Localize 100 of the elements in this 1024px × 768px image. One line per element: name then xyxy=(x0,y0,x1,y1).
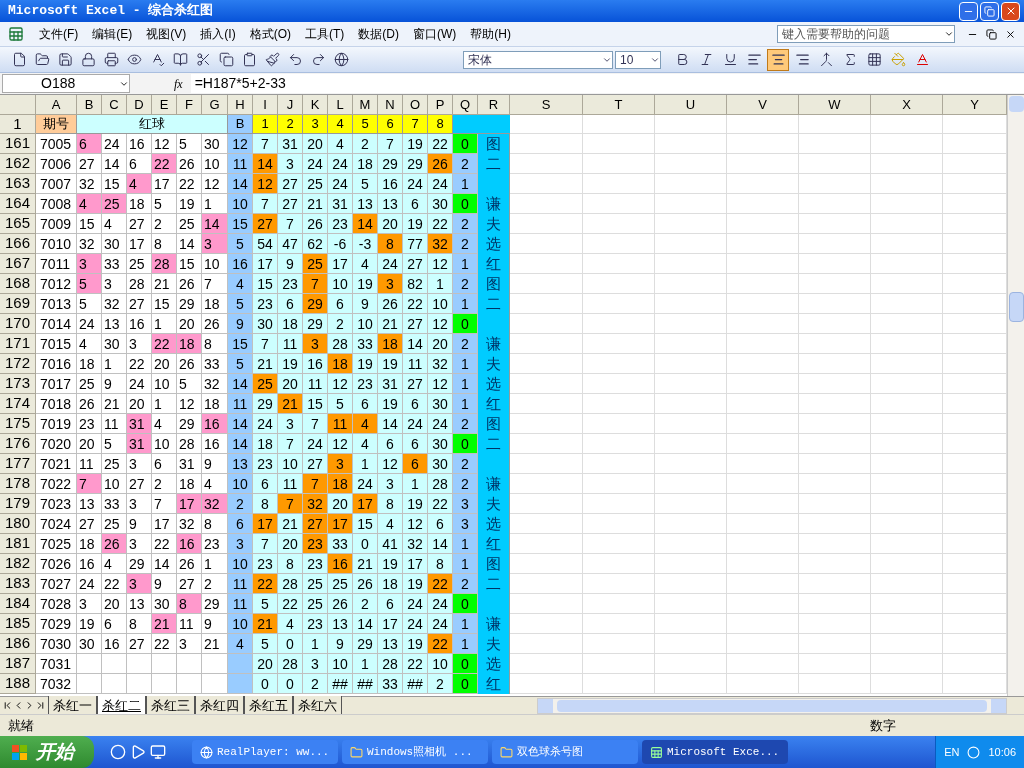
row-header[interactable]: 175 xyxy=(0,414,36,434)
row-header[interactable]: 183 xyxy=(0,574,36,594)
function-button[interactable]: fx xyxy=(174,74,183,93)
restore-icon[interactable] xyxy=(986,28,997,40)
help-search-field[interactable]: 键入需要帮助的问题 xyxy=(777,25,955,43)
taskbar-button[interactable]: Windows照相机 ... xyxy=(342,740,488,764)
column-header[interactable]: O xyxy=(403,95,428,115)
menu-item[interactable]: 插入(I) xyxy=(193,25,243,43)
column-header[interactable]: W xyxy=(799,95,871,115)
column-header[interactable]: P xyxy=(428,95,453,115)
table-cell: ## xyxy=(353,674,378,694)
column-header[interactable]: C xyxy=(102,95,127,115)
row-header[interactable]: 178 xyxy=(0,474,36,494)
sheet-tab[interactable]: 杀红五 xyxy=(244,695,293,716)
column-header[interactable]: L xyxy=(328,95,353,115)
column-header[interactable]: H xyxy=(228,95,253,115)
column-header[interactable]: Y xyxy=(943,95,1007,115)
column-header[interactable]: X xyxy=(871,95,943,115)
last-sheet-icon[interactable] xyxy=(35,700,46,711)
column-header[interactable]: S xyxy=(510,95,583,115)
menu-item[interactable]: 编辑(E) xyxy=(85,25,140,43)
sheet-tab[interactable]: 杀红一 xyxy=(48,695,97,716)
row-header[interactable]: 166 xyxy=(0,234,36,254)
first-sheet-icon[interactable] xyxy=(2,700,13,711)
menu-item[interactable]: 工具(T) xyxy=(298,25,352,43)
row-header[interactable]: 167 xyxy=(0,254,36,274)
column-header[interactable]: E xyxy=(152,95,177,115)
empty-cell xyxy=(655,294,727,314)
restore-button[interactable] xyxy=(980,1,999,21)
row-header[interactable]: 170 xyxy=(0,314,36,334)
sheet-tab[interactable]: 杀红六 xyxy=(293,695,342,716)
row-header[interactable]: 186 xyxy=(0,634,36,654)
column-header[interactable]: G xyxy=(202,95,228,115)
row-header[interactable]: 181 xyxy=(0,534,36,554)
row-header[interactable]: 176 xyxy=(0,434,36,454)
column-header[interactable]: D xyxy=(127,95,152,115)
menu-item[interactable]: 帮助(H) xyxy=(463,25,518,43)
column-header[interactable]: F xyxy=(177,95,202,115)
vertical-scrollbar[interactable] xyxy=(1007,95,1024,696)
row-header[interactable]: 164 xyxy=(0,194,36,214)
column-header[interactable]: R xyxy=(478,95,510,115)
menu-item[interactable]: 文件(F) xyxy=(32,25,86,43)
row-header[interactable]: 179 xyxy=(0,494,36,514)
desktop-icon[interactable] xyxy=(150,744,166,760)
row-header[interactable]: 177 xyxy=(0,454,36,474)
table-cell: 17 xyxy=(127,234,152,254)
row-header[interactable]: 172 xyxy=(0,354,36,374)
column-header[interactable]: Q xyxy=(453,95,478,115)
column-header[interactable]: N xyxy=(378,95,403,115)
close-icon[interactable] xyxy=(1005,28,1016,40)
column-header[interactable]: T xyxy=(583,95,655,115)
taskbar-button[interactable]: 双色球杀号图 xyxy=(492,740,638,764)
row-header[interactable]: 171 xyxy=(0,334,36,354)
close-button[interactable] xyxy=(1001,1,1020,21)
font-size-select[interactable]: 10 xyxy=(615,50,661,69)
row-header[interactable]: 182 xyxy=(0,554,36,574)
play-icon[interactable] xyxy=(130,744,146,760)
spreadsheet-icon[interactable] xyxy=(8,26,24,42)
menu-item[interactable]: 数据(D) xyxy=(351,25,406,43)
menu-item[interactable]: 窗口(W) xyxy=(406,25,464,43)
row-header[interactable]: 169 xyxy=(0,294,36,314)
menu-item[interactable]: 格式(O) xyxy=(242,25,298,43)
column-header[interactable]: M xyxy=(353,95,378,115)
sheet-tab[interactable]: 杀红二 xyxy=(97,695,146,716)
font-select[interactable]: 宋体 xyxy=(463,50,613,69)
row-header[interactable]: 161 xyxy=(0,134,36,154)
row-header[interactable]: 187 xyxy=(0,654,36,674)
taskbar-button[interactable]: RealPlayer: ww... xyxy=(192,740,338,764)
taskbar-button[interactable]: Microsoft Exce... xyxy=(642,740,788,764)
row-header[interactable]: 173 xyxy=(0,374,36,394)
row-header[interactable]: 180 xyxy=(0,514,36,534)
empty-cell xyxy=(655,494,727,514)
row-header[interactable]: 165 xyxy=(0,214,36,234)
row-header[interactable]: 1 xyxy=(0,115,36,134)
menu-item[interactable]: 视图(V) xyxy=(139,25,194,43)
row-header[interactable]: 162 xyxy=(0,154,36,174)
table-cell: 6 xyxy=(403,454,428,474)
sheet-tab[interactable]: 杀红三 xyxy=(146,695,195,716)
tray-icon[interactable] xyxy=(967,745,981,759)
minimize-button[interactable] xyxy=(959,1,978,21)
column-header[interactable]: K xyxy=(303,95,328,115)
name-box[interactable]: O188 xyxy=(2,74,130,93)
horizontal-scrollbar[interactable] xyxy=(537,697,1007,714)
sheet-tab[interactable]: 杀红四 xyxy=(195,695,244,716)
formula-field[interactable]: =H187*5+2-33 xyxy=(190,74,1024,93)
row-header[interactable]: 188 xyxy=(0,674,36,694)
column-header[interactable]: J xyxy=(278,95,303,115)
column-header[interactable]: I xyxy=(253,95,278,115)
column-header[interactable]: A xyxy=(36,95,77,115)
row-header[interactable]: 163 xyxy=(0,174,36,194)
language-indicator[interactable]: EN xyxy=(944,743,960,761)
row-header[interactable]: 184 xyxy=(0,594,36,614)
column-header[interactable]: U xyxy=(655,95,727,115)
column-header[interactable]: B xyxy=(77,95,102,115)
row-header[interactable]: 168 xyxy=(0,274,36,294)
row-header[interactable]: 185 xyxy=(0,614,36,634)
media-icon[interactable] xyxy=(110,744,126,760)
column-header[interactable]: V xyxy=(727,95,799,115)
row-header[interactable]: 174 xyxy=(0,394,36,414)
align-center-icon[interactable] xyxy=(767,48,789,71)
